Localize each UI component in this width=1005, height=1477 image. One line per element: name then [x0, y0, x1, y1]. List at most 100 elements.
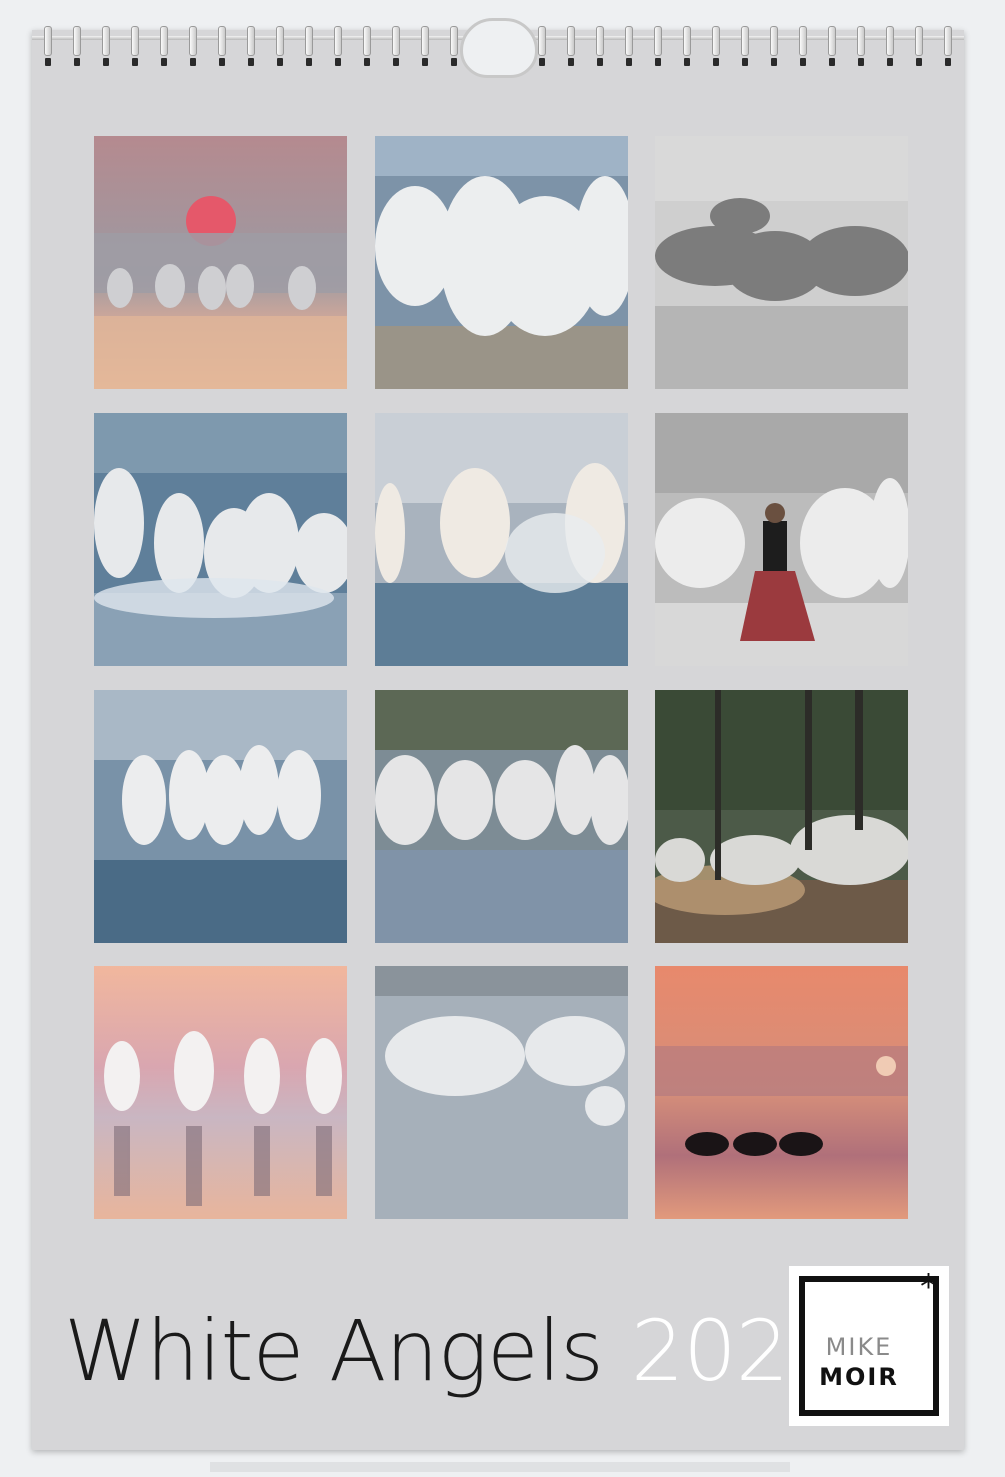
punch-hole	[858, 58, 864, 66]
ring-loop	[654, 26, 662, 56]
photo-horse-splash	[375, 413, 628, 666]
punch-hole	[451, 58, 457, 66]
photo-herd-shallows	[94, 690, 347, 943]
punch-hole	[248, 58, 254, 66]
punch-hole	[626, 58, 632, 66]
binding-ring	[625, 26, 633, 72]
punch-hole	[945, 58, 951, 66]
photo-horses-forest	[655, 690, 908, 943]
ring-loop	[73, 26, 81, 56]
binding-ring	[131, 26, 139, 72]
binding-ring	[450, 26, 458, 72]
punch-hole	[103, 58, 109, 66]
binding-ring	[363, 26, 371, 72]
ring-loop	[915, 26, 923, 56]
ring-loop	[886, 26, 894, 56]
photo-flamenco-dancer	[655, 413, 908, 666]
photo-dark-horses-sunset	[655, 966, 908, 1219]
binding-ring	[886, 26, 894, 72]
binding-ring	[334, 26, 342, 72]
ring-loop	[770, 26, 778, 56]
ring-loop	[276, 26, 284, 56]
punch-hole	[161, 58, 167, 66]
binding-ring	[276, 26, 284, 72]
ring-loop	[160, 26, 168, 56]
photo-horses-sunset	[94, 136, 347, 389]
photo-horses-treeline	[375, 690, 628, 943]
binding-ring	[857, 26, 865, 72]
ring-loop	[131, 26, 139, 56]
photo-reflection	[375, 966, 628, 1219]
punch-hole	[655, 58, 661, 66]
ring-loop	[567, 26, 575, 56]
punch-hole	[132, 58, 138, 66]
binding-ring	[683, 26, 691, 72]
binding-ring	[741, 26, 749, 72]
binding-ring	[712, 26, 720, 72]
logo-asterisk: *	[920, 1267, 937, 1307]
ring-loop	[683, 26, 691, 56]
ring-loop	[944, 26, 952, 56]
punch-hole	[829, 58, 835, 66]
calendar-title: White Angels 2020	[64, 1296, 842, 1406]
ring-loop	[334, 26, 342, 56]
ring-loop	[392, 26, 400, 56]
punch-hole	[364, 58, 370, 66]
punch-hole	[684, 58, 690, 66]
photographer-logo: * MIKE MOIR	[789, 1266, 949, 1426]
binding-ring	[73, 26, 81, 72]
ring-loop	[102, 26, 110, 56]
hanger-loop	[460, 18, 538, 78]
ring-loop	[538, 26, 546, 56]
logo-last-name: MOIR	[819, 1363, 899, 1391]
punch-hole	[713, 58, 719, 66]
punch-hole	[422, 58, 428, 66]
binding-ring	[596, 26, 604, 72]
punch-hole	[219, 58, 225, 66]
ring-loop	[363, 26, 371, 56]
photo-white-horses-beach	[375, 136, 628, 389]
binding-ring	[102, 26, 110, 72]
punch-hole	[800, 58, 806, 66]
ring-loop	[450, 26, 458, 56]
binding-ring	[305, 26, 313, 72]
punch-hole	[306, 58, 312, 66]
photo-horses-water-bw	[655, 136, 908, 389]
photo-horses-surf	[94, 413, 347, 666]
ring-loop	[712, 26, 720, 56]
ring-loop	[828, 26, 836, 56]
ring-loop	[218, 26, 226, 56]
punch-hole	[771, 58, 777, 66]
photo-pink-dawn	[94, 966, 347, 1219]
punch-hole	[190, 58, 196, 66]
spiral-binding	[32, 18, 964, 78]
binding-ring	[944, 26, 952, 72]
ring-loop	[247, 26, 255, 56]
ring-loop	[596, 26, 604, 56]
punch-hole	[277, 58, 283, 66]
binding-ring	[44, 26, 52, 72]
binding-ring	[421, 26, 429, 72]
punch-hole	[568, 58, 574, 66]
punch-hole	[742, 58, 748, 66]
binding-ring	[392, 26, 400, 72]
punch-hole	[45, 58, 51, 66]
ring-loop	[421, 26, 429, 56]
ring-loop	[625, 26, 633, 56]
punch-hole	[74, 58, 80, 66]
binding-ring	[567, 26, 575, 72]
punch-hole	[539, 58, 545, 66]
punch-hole	[597, 58, 603, 66]
ring-loop	[741, 26, 749, 56]
binding-ring	[160, 26, 168, 72]
binding-ring	[189, 26, 197, 72]
binding-ring	[247, 26, 255, 72]
punch-hole	[335, 58, 341, 66]
punch-hole	[887, 58, 893, 66]
ring-loop	[44, 26, 52, 56]
ring-loop	[799, 26, 807, 56]
binding-ring	[538, 26, 546, 72]
binding-ring	[770, 26, 778, 72]
bottom-edge	[210, 1462, 790, 1472]
binding-ring	[915, 26, 923, 72]
